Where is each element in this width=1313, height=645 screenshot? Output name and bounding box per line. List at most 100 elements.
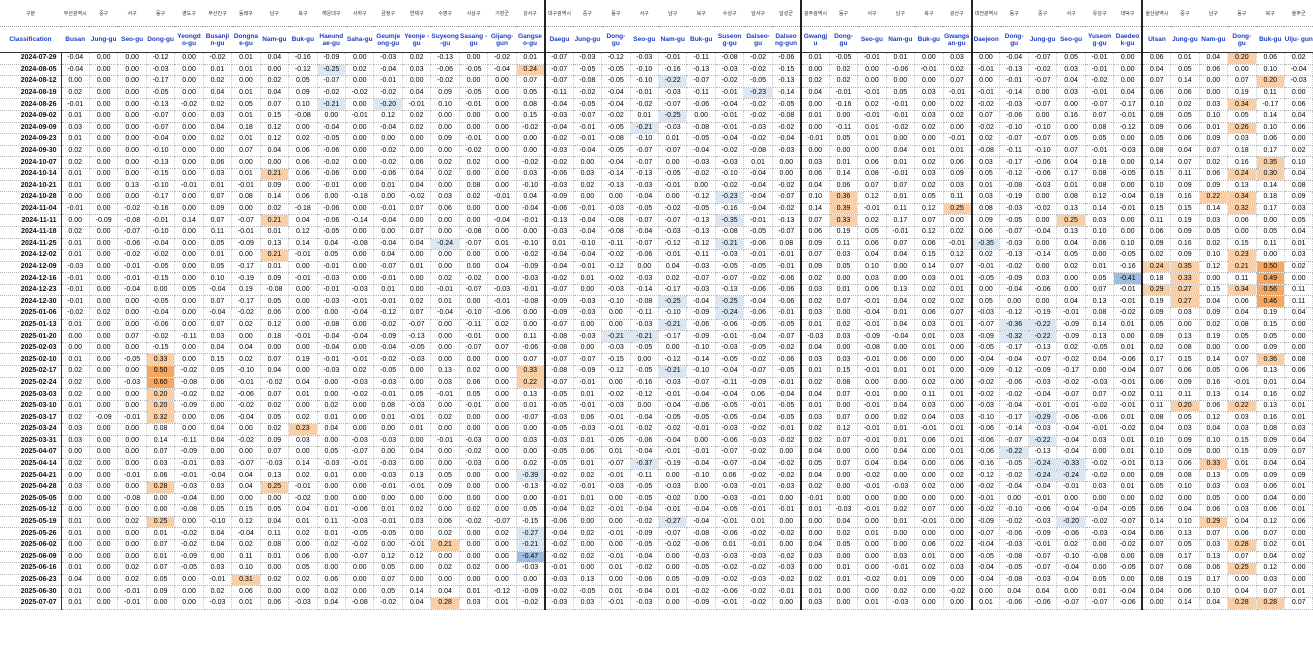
table-cell: -0.02 <box>601 110 631 123</box>
table-cell: -0.06 <box>715 585 745 598</box>
table-cell: -0.04 <box>743 203 773 216</box>
table-cell: 0.02 <box>288 574 318 587</box>
column-header: Geumje ong-gu <box>373 26 403 53</box>
table-cell: -0.06 <box>543 168 574 181</box>
table-cell: -0.04 <box>1113 191 1143 204</box>
table-cell: 0.00 <box>1284 342 1313 355</box>
table-cell: -0.03 <box>970 307 1001 320</box>
table-cell: 0.04 <box>799 180 830 193</box>
table-cell: 0.00 <box>89 458 119 471</box>
table-cell: -0.08 <box>601 133 631 146</box>
row-date: 2024-12-16 <box>0 272 62 285</box>
table-cell: -0.07 <box>658 214 688 227</box>
table-cell: -0.15 <box>772 64 802 77</box>
table-cell: 0.00 <box>231 423 261 436</box>
table-cell: -0.04 <box>516 203 546 216</box>
table-cell: 0.02 <box>914 180 944 193</box>
table-cell: -0.07 <box>658 145 688 158</box>
table-cell: -0.02 <box>174 539 204 552</box>
column-header-korean: 수영구 <box>430 0 460 27</box>
table-cell: -0.03 <box>601 203 631 216</box>
table-cell: 0.04 <box>857 249 887 262</box>
table-cell: 0.04 <box>1199 52 1229 65</box>
table-cell: 0.14 <box>1256 180 1285 193</box>
table-cell: 0.14 <box>799 203 830 216</box>
table-cell: -0.03 <box>543 110 574 123</box>
table-cell: 0.00 <box>89 272 119 285</box>
table-cell: 0.02 <box>459 365 489 378</box>
table-cell: 0.00 <box>487 411 517 424</box>
table-cell: -0.03 <box>829 504 859 517</box>
table-cell: 0.00 <box>373 493 403 506</box>
table-cell: -0.02 <box>999 261 1029 274</box>
table-cell: -0.20 <box>1056 516 1086 529</box>
table-cell: -0.06 <box>345 504 375 517</box>
table-cell: 0.05 <box>288 562 318 575</box>
table-cell: -0.03 <box>373 52 403 65</box>
table-cell: -0.01 <box>914 64 944 77</box>
table-cell: 0.13 <box>1056 203 1086 216</box>
table-cell: 0.00 <box>117 133 147 146</box>
table-cell: 0.02 <box>970 133 1001 146</box>
table-cell: 0.00 <box>799 527 830 540</box>
table-cell: 0.10 <box>430 98 460 111</box>
table-cell: 0.01 <box>1113 411 1143 424</box>
table-cell: 0.01 <box>1256 377 1285 390</box>
table-cell: 0.11 <box>1170 168 1200 181</box>
table-cell: -0.01 <box>970 87 1001 100</box>
table-cell: 0.02 <box>943 110 973 123</box>
table-cell: -0.13 <box>402 330 432 343</box>
table-cell: 0.02 <box>573 551 603 564</box>
table-cell: 0.03 <box>829 330 859 343</box>
column-header-korean: 남구 <box>886 0 915 27</box>
table-cell: 0.19 <box>1227 87 1257 100</box>
table-cell: -0.05 <box>772 400 802 413</box>
table-cell: 0.00 <box>943 122 973 135</box>
table-cell: -0.08 <box>686 527 716 540</box>
table-cell: -0.07 <box>231 214 261 227</box>
table-cell: 0.02 <box>231 353 261 367</box>
table-cell: -0.09 <box>1056 330 1086 343</box>
table-cell: -0.03 <box>487 284 517 297</box>
row-date: 2025-06-02 <box>0 539 62 552</box>
table-cell: -0.17 <box>146 191 176 204</box>
table-cell: 0.00 <box>630 353 660 367</box>
table-cell: 0.00 <box>89 284 119 297</box>
table-cell: -0.01 <box>1113 110 1143 123</box>
table-cell: 0.05 <box>829 133 859 146</box>
table-cell: 0.05 <box>516 504 546 517</box>
table-cell: 0.13 <box>1056 226 1086 239</box>
table-cell: 0.02 <box>459 504 489 517</box>
table-cell: -0.05 <box>715 411 745 424</box>
table-cell: 0.34 <box>1227 284 1257 297</box>
table-cell: -0.06 <box>999 597 1029 610</box>
table-cell: -0.05 <box>686 203 716 216</box>
table-cell: 0.00 <box>829 110 859 123</box>
table-cell: 0.00 <box>402 249 432 262</box>
table-cell: 0.04 <box>886 249 916 262</box>
table-cell: -0.16 <box>970 458 1001 471</box>
table-cell: 0.00 <box>174 145 204 158</box>
table-cell: 0.01 <box>61 180 90 193</box>
table-cell: 0.00 <box>970 585 1001 598</box>
table-cell: -0.04 <box>1284 64 1313 77</box>
table-cell: 0.04 <box>317 597 347 610</box>
table-cell: -0.33 <box>1056 458 1086 471</box>
table-row: 2024-10-21 0.01 0.00 0.13 -0.10 -0.01 0.01 -0.0… <box>0 180 1313 193</box>
table-cell: -0.05 <box>743 226 773 239</box>
table-cell: -0.04 <box>146 133 176 146</box>
row-date: 2024-09-23 <box>0 133 62 146</box>
table-cell: 0.06 <box>799 226 830 239</box>
table-cell: 0.00 <box>686 435 716 448</box>
table-cell: -0.01 <box>799 493 830 506</box>
table-cell: -0.13 <box>146 156 176 169</box>
table-cell: 0.09 <box>1284 191 1313 204</box>
table-cell: 0.02 <box>61 411 90 424</box>
table-cell: 0.00 <box>117 400 147 413</box>
table-cell: -0.07 <box>543 64 574 77</box>
table-cell: -0.05 <box>601 75 631 88</box>
table-cell: 0.04 <box>1284 458 1313 471</box>
table-cell: 0.01 <box>1284 481 1313 494</box>
table-cell: 0.31 <box>231 574 261 587</box>
table-cell: 0.00 <box>1056 493 1086 506</box>
